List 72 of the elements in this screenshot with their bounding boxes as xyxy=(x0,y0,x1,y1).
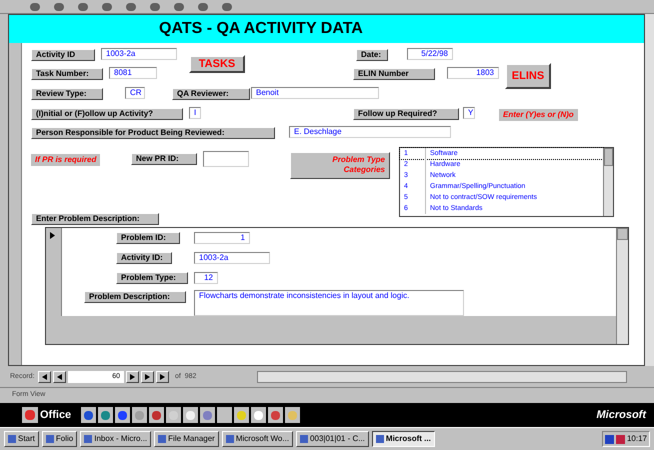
text-field[interactable]: 12 xyxy=(194,272,218,284)
taskbar-button[interactable]: Microsoft Wo... xyxy=(222,431,294,447)
text-field[interactable]: E. Deschlage xyxy=(289,126,451,138)
field-label: QA Reviewer: xyxy=(172,88,250,100)
text-field[interactable]: 1803 xyxy=(447,67,499,79)
text-field[interactable]: 1 xyxy=(194,232,250,244)
text-field[interactable]: Benoit xyxy=(251,87,379,99)
window-icon xyxy=(84,435,92,443)
office-label: Office xyxy=(40,408,72,423)
office-logo-icon xyxy=(22,407,38,423)
category-header: Problem Type Categories xyxy=(290,152,390,179)
taskbar-button[interactable]: Microsoft ... xyxy=(372,431,435,447)
horizontal-scrollbar[interactable] xyxy=(257,371,627,383)
field-label: New PR ID: xyxy=(131,153,197,165)
text-area[interactable]: Flowcharts demonstrate inconsistencies in layout and logic. xyxy=(194,290,464,316)
nav-button[interactable] xyxy=(53,371,66,383)
text-field[interactable]: 5/22/98 xyxy=(407,48,453,60)
window-icon xyxy=(46,435,54,443)
window-icon xyxy=(376,435,384,443)
toolbar-icon[interactable] xyxy=(126,2,136,10)
field-label: Problem Description: xyxy=(84,291,186,303)
prev-icon xyxy=(56,374,63,380)
scrollbar[interactable] xyxy=(603,148,613,216)
taskbar-button[interactable]: Start xyxy=(4,431,39,447)
toolbar-icon[interactable] xyxy=(30,2,40,10)
toolbar-icon[interactable] xyxy=(174,2,184,10)
text-field[interactable]: I xyxy=(189,107,201,119)
scrollbar[interactable] xyxy=(616,228,628,344)
taskbar-button[interactable]: Folio xyxy=(42,431,78,447)
field-label: Review Type: xyxy=(31,88,103,100)
nav-button[interactable] xyxy=(38,371,51,383)
nav-button[interactable] xyxy=(126,371,139,383)
field-label: Enter Problem Description: xyxy=(31,213,159,225)
toolbar-icon[interactable] xyxy=(102,2,112,10)
text-field[interactable]: 1003-2a xyxy=(194,252,270,264)
note-text: If PR is required xyxy=(31,154,100,166)
nav-button[interactable] xyxy=(156,371,169,383)
field-label: Person Responsible for Product Being Reviewed: xyxy=(31,127,275,139)
taskbar-button[interactable]: Inbox - Micro... xyxy=(80,431,152,447)
toolbar-icon[interactable] xyxy=(54,2,64,10)
text-field[interactable]: 1003-2a xyxy=(101,48,177,60)
field-label: ELIN Number xyxy=(353,68,435,80)
record-pointer-icon xyxy=(50,232,55,239)
text-field[interactable]: 8081 xyxy=(109,67,157,79)
toolbar-icon[interactable] xyxy=(150,2,160,10)
hint-text: Enter (Y)es or (N)o xyxy=(499,109,578,121)
field-label: Follow up Required? xyxy=(353,108,459,120)
form-header: QATS - QA ACTIVITY DATA xyxy=(9,15,644,43)
field-label: Task Number: xyxy=(31,68,103,80)
window-icon xyxy=(158,435,166,443)
taskbar-button[interactable]: File Manager xyxy=(154,431,219,447)
next-icon xyxy=(129,374,136,380)
clock: 10:17 xyxy=(626,433,647,445)
scrollbar[interactable] xyxy=(645,14,654,366)
nav-button[interactable] xyxy=(141,371,154,383)
brand-text: Microsoft xyxy=(596,408,646,423)
toolbar-icon[interactable] xyxy=(222,2,232,10)
field-label: Problem Type: xyxy=(116,272,188,284)
window-icon xyxy=(300,435,308,443)
toolbar-icon[interactable] xyxy=(198,2,208,10)
field-label: Problem ID: xyxy=(116,232,180,244)
window-icon xyxy=(226,435,234,443)
text-field[interactable] xyxy=(203,151,249,167)
field-label: Date: xyxy=(356,49,388,61)
text-field[interactable]: CR xyxy=(125,87,145,99)
window-icon xyxy=(8,435,16,443)
taskbar-button[interactable]: 003|01|01 - C... xyxy=(296,431,369,447)
field-label: Activity ID: xyxy=(116,252,172,264)
field-label: (I)nitial or (F)ollow up Activity? xyxy=(31,108,183,120)
field-label: Activity ID xyxy=(31,49,95,61)
text-field[interactable]: Y xyxy=(463,107,475,119)
toolbar-icon[interactable] xyxy=(78,2,88,10)
